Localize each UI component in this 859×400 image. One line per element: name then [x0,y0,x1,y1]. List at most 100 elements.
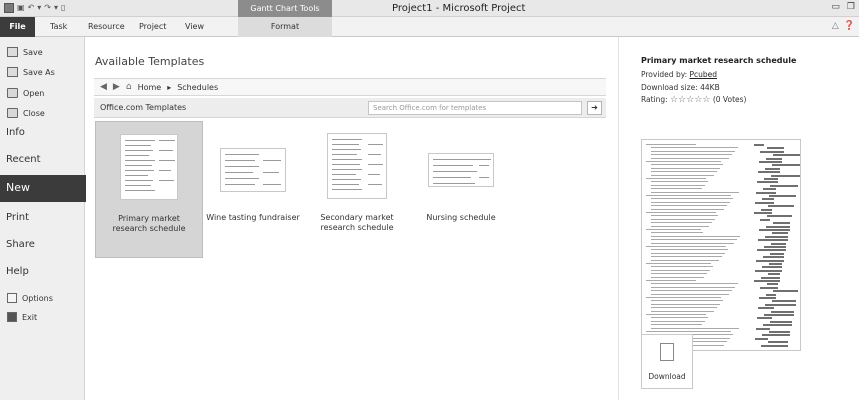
preview-text-line [651,191,739,193]
minimize-ribbon-icon[interactable]: △ [832,21,839,31]
preview-gantt-bar [769,195,796,197]
nav-new-label: New [6,181,30,194]
preview-text-line [651,157,729,159]
preview-text-line [651,154,732,156]
preview-text-line [651,198,733,200]
breadcrumb-separator: ▸ [167,82,172,92]
nav-open[interactable]: Open [7,88,44,98]
search-go-button[interactable]: ➜ [587,101,602,115]
tab-view[interactable]: View [185,22,204,31]
breadcrumb-current[interactable]: Schedules [177,83,218,92]
options-icon [7,293,17,303]
preview-gantt-bar [768,205,794,208]
preview-gantt-bar [769,263,782,265]
preview-text-line [651,164,723,166]
minimize-icon[interactable]: ▭ [831,2,840,12]
preview-text-line [651,310,714,312]
nav-help[interactable]: Help [6,266,29,277]
back-icon[interactable]: ◀ [100,82,107,92]
preview-gantt-bar [766,293,776,296]
undo-icon[interactable]: ↶ [28,3,35,13]
preview-gantt-bar [755,337,768,340]
home-icon[interactable]: ⌂ [126,82,132,92]
ribbon-tab-bar: File Task Resource Project View Format △… [0,17,859,37]
preview-gantt-bar [769,331,790,333]
preview-text-line [646,280,696,281]
template-tile-primary-market-research[interactable]: Primary market research schedule [95,121,203,258]
nav-save[interactable]: Save [7,47,43,57]
template-name: Secondary market research schedule [320,213,394,232]
breadcrumb-home[interactable]: Home [138,83,162,92]
template-tile-nursing-schedule[interactable]: Nursing schedule [407,121,515,258]
restore-icon[interactable]: ❐ [847,2,855,12]
nav-print[interactable]: Print [6,212,29,223]
save-icon[interactable]: ▣ [17,3,25,13]
page-title: Available Templates [95,55,205,68]
template-thumbnail [220,148,286,192]
preview-text-line [651,307,717,309]
preview-text-line [651,184,705,186]
preview-text-line [651,320,705,322]
preview-gantt-bar [756,191,776,194]
preview-text-line [651,300,723,302]
preview-text-line [651,171,717,173]
preview-gantt-bar [764,314,794,316]
preview-gantt-bar [764,246,786,248]
dropdown-icon[interactable]: ▾ [37,3,41,13]
search-input[interactable]: Search Office.com for templates [368,101,582,115]
breadcrumb: ◀ ▶ ⌂ Home ▸ Schedules [94,78,606,96]
new-icon[interactable]: ▯ [61,3,65,13]
preview-text-line [651,242,734,244]
app-icon[interactable] [4,3,14,13]
nav-recent[interactable]: Recent [6,154,41,165]
preview-gantt-bar [771,242,786,245]
preview-gantt-bar [772,300,796,303]
nav-options[interactable]: Options [7,293,53,303]
nav-new[interactable]: New [0,175,98,202]
preview-text-line [646,212,716,213]
preview-text-line [646,144,696,145]
nav-close[interactable]: Close [7,108,45,118]
folder-open-icon [7,88,18,98]
save-icon [7,47,18,57]
forward-icon[interactable]: ▶ [113,82,120,92]
nav-share[interactable]: Share [6,239,35,250]
template-tile-wine-tasting[interactable]: Wine tasting fundraiser [199,121,307,258]
rating-stars-icon[interactable]: ☆☆☆☆☆ [670,95,710,105]
dropdown-icon[interactable]: ▾ [54,3,58,13]
nav-close-label: Close [23,108,45,118]
preview-gantt-bar [771,310,794,313]
preview-text-line [651,283,738,285]
download-button[interactable]: Download [641,334,693,389]
nav-info[interactable]: Info [6,127,25,138]
tab-task[interactable]: Task [50,22,67,31]
nav-open-label: Open [23,88,45,98]
preview-gantt-bar [766,157,782,160]
provided-by-row: Provided by: Pcubed [641,70,717,79]
tab-resource[interactable]: Resource [88,22,125,31]
preview-gantt-bar [757,249,786,252]
preview-gantt-bar [772,232,788,235]
preview-gantt-bar [767,283,778,286]
tab-file[interactable]: File [0,17,35,37]
provider-link[interactable]: Pcubed [690,70,718,79]
help-icon[interactable]: ❓ [844,21,855,31]
preview-gantt-bar [754,212,772,214]
tab-format[interactable]: Format [238,17,332,37]
preview-text-line [651,181,708,183]
template-thumbnail [327,133,387,199]
nav-save-as[interactable]: Save As [7,67,55,77]
template-tile-secondary-market-research[interactable]: Secondary market research schedule [303,121,411,258]
tab-project[interactable]: Project [139,22,166,31]
preview-text-line [651,150,735,152]
template-name: Nursing schedule [426,213,496,222]
preview-text-line [651,293,729,295]
preview-gantt-bar [770,252,784,255]
preview-text-line [651,317,708,319]
preview-gantt-bar [759,229,790,231]
preview-text-line [651,235,740,237]
preview-gantt-bar [755,269,782,272]
preview-text-line [651,225,709,227]
redo-icon[interactable]: ↷ [44,3,51,13]
nav-exit[interactable]: Exit [7,312,37,322]
